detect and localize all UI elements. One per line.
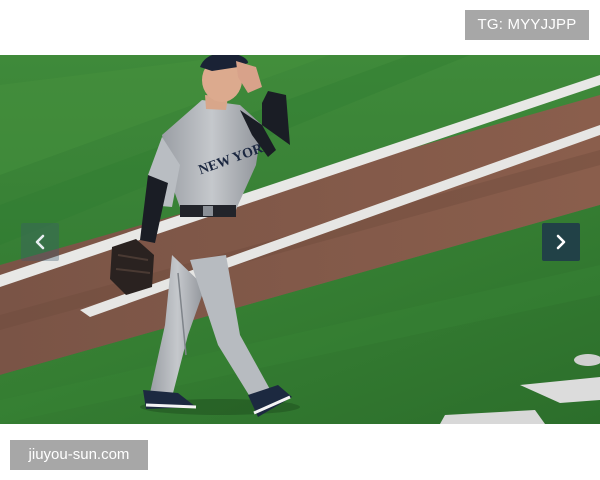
chevron-left-icon (35, 234, 45, 250)
watermark-tg-badge: TG: MYYJJPP (465, 10, 589, 40)
next-slide-button[interactable] (542, 223, 580, 261)
prev-slide-button[interactable] (21, 223, 59, 261)
chevron-right-icon (556, 234, 566, 250)
photo-image: NEW YORK (0, 55, 600, 424)
watermark-site-badge: jiuyou-sun.com (10, 440, 148, 470)
photo-slide: NEW YORK (0, 55, 600, 424)
